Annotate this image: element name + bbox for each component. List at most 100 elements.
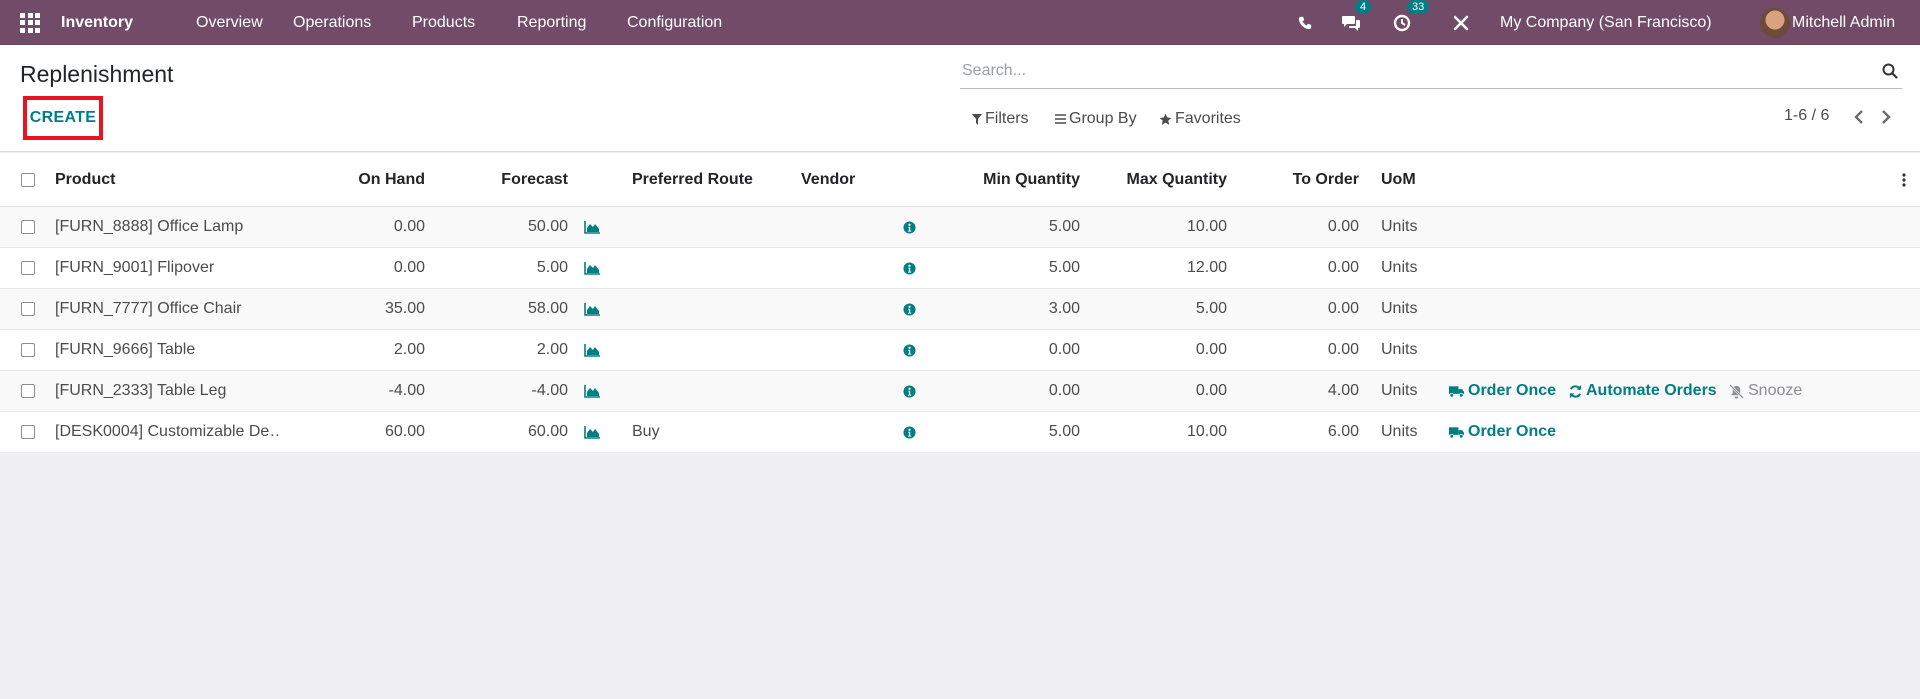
cell-on-hand: 0.00 bbox=[393, 218, 425, 235]
info-circle-icon[interactable] bbox=[903, 371, 917, 411]
cell-max-quantity[interactable]: 5.00 bbox=[1090, 289, 1227, 329]
cell-max-quantity[interactable]: 0.00 bbox=[1090, 330, 1227, 370]
select-all-checkbox[interactable] bbox=[20, 153, 35, 206]
cell-min-quantity[interactable]: 5.00 bbox=[940, 207, 1080, 247]
header-vendor[interactable]: Vendor bbox=[801, 153, 951, 206]
area-chart-icon[interactable] bbox=[584, 207, 604, 247]
header-uom[interactable]: UoM bbox=[1381, 153, 1441, 206]
chevron-left-icon[interactable] bbox=[1852, 109, 1866, 130]
cell-max-quantity[interactable]: 12.00 bbox=[1090, 248, 1227, 288]
order-once-label: Order Once bbox=[1468, 382, 1557, 399]
header-preferred-route[interactable]: Preferred Route bbox=[632, 153, 762, 206]
menu-configuration[interactable]: Configuration bbox=[627, 0, 722, 45]
cell-preferred-route[interactable] bbox=[632, 330, 762, 370]
header-to-order[interactable]: To Order bbox=[1240, 153, 1359, 206]
table-row[interactable]: [FURN_8888] Office Lamp 0.00 50.00 5.00 … bbox=[0, 207, 1920, 248]
menu-reporting[interactable]: Reporting bbox=[517, 0, 586, 45]
header-forecast[interactable]: Forecast bbox=[440, 153, 568, 206]
user-menu[interactable]: Mitchell Admin bbox=[1760, 0, 1895, 45]
cell-to-order[interactable]: 4.00 bbox=[1240, 371, 1359, 411]
row-checkbox[interactable] bbox=[20, 289, 35, 329]
info-circle-icon[interactable] bbox=[903, 248, 917, 288]
area-chart-icon[interactable] bbox=[584, 330, 604, 370]
create-button-label: CREATE bbox=[29, 109, 97, 126]
cell-product[interactable]: [FURN_2333] Table Leg bbox=[55, 371, 280, 411]
search-icon[interactable] bbox=[1882, 63, 1898, 84]
table-row[interactable]: [FURN_7777] Office Chair 35.00 58.00 3.0… bbox=[0, 289, 1920, 330]
debug-tools-icon[interactable] bbox=[1452, 0, 1470, 45]
table-row[interactable]: [FURN_9666] Table 2.00 2.00 0.00 0.00 0.… bbox=[0, 330, 1920, 371]
messages-icon[interactable]: 4 bbox=[1341, 0, 1372, 45]
app-brand[interactable]: Inventory bbox=[61, 0, 133, 45]
info-circle-icon[interactable] bbox=[903, 330, 917, 370]
cell-min-quantity[interactable]: 0.00 bbox=[940, 371, 1080, 411]
area-chart-icon[interactable] bbox=[584, 248, 604, 288]
create-button[interactable]: CREATE bbox=[23, 96, 103, 140]
control-panel: Replenishment CREATE Filters Group By Fa… bbox=[0, 45, 1920, 152]
cell-preferred-route[interactable] bbox=[632, 289, 762, 329]
header-product[interactable]: Product bbox=[55, 153, 280, 206]
cell-min-quantity[interactable]: 5.00 bbox=[940, 412, 1080, 452]
cell-to-order[interactable]: 6.00 bbox=[1240, 412, 1359, 452]
header-min-quantity[interactable]: Min Quantity bbox=[940, 153, 1080, 206]
cell-min-quantity[interactable]: 5.00 bbox=[940, 248, 1080, 288]
search-input[interactable] bbox=[960, 55, 1860, 87]
area-chart-icon[interactable] bbox=[584, 289, 604, 329]
cell-min-quantity[interactable]: 3.00 bbox=[940, 289, 1080, 329]
menu-products[interactable]: Products bbox=[412, 0, 475, 45]
row-checkbox[interactable] bbox=[20, 330, 35, 370]
order-once-button[interactable]: Order Once bbox=[1448, 412, 1556, 452]
cell-preferred-route[interactable] bbox=[632, 248, 762, 288]
list-icon bbox=[1055, 114, 1066, 124]
row-checkbox[interactable] bbox=[20, 371, 35, 411]
table-row[interactable]: [FURN_9001] Flipover 0.00 5.00 5.00 12.0… bbox=[0, 248, 1920, 289]
row-checkbox[interactable] bbox=[20, 248, 35, 288]
cell-to-order[interactable]: 0.00 bbox=[1240, 207, 1359, 247]
cell-product[interactable]: [FURN_9001] Flipover bbox=[55, 248, 280, 288]
cell-preferred-route[interactable]: Buy bbox=[632, 412, 762, 452]
row-checkbox[interactable] bbox=[20, 207, 35, 247]
cell-min-quantity[interactable]: 0.00 bbox=[940, 330, 1080, 370]
favorites-button[interactable]: Favorites bbox=[1159, 107, 1241, 131]
cell-max-quantity[interactable]: 10.00 bbox=[1090, 412, 1227, 452]
row-checkbox[interactable] bbox=[20, 412, 35, 452]
info-circle-icon[interactable] bbox=[903, 289, 917, 329]
optional-columns-icon[interactable] bbox=[1902, 153, 1908, 206]
info-circle-icon[interactable] bbox=[903, 412, 917, 452]
table-row[interactable]: [DESK0004] Customizable De… 60.00 60.00 … bbox=[0, 412, 1920, 453]
cell-product[interactable]: [FURN_8888] Office Lamp bbox=[55, 207, 280, 247]
header-max-quantity[interactable]: Max Quantity bbox=[1090, 153, 1227, 206]
cell-product[interactable]: [FURN_9666] Table bbox=[55, 330, 280, 370]
apps-menu-icon[interactable] bbox=[20, 0, 42, 45]
menu-overview[interactable]: Overview bbox=[196, 0, 263, 45]
cell-preferred-route[interactable] bbox=[632, 371, 762, 411]
activities-icon[interactable]: 33 bbox=[1393, 0, 1430, 45]
cell-to-order[interactable]: 0.00 bbox=[1240, 289, 1359, 329]
info-circle-icon[interactable] bbox=[903, 207, 917, 247]
cell-to-order[interactable]: 0.00 bbox=[1240, 248, 1359, 288]
phone-icon[interactable] bbox=[1298, 0, 1312, 45]
area-chart-icon[interactable] bbox=[584, 412, 604, 452]
cell-product[interactable]: [DESK0004] Customizable De… bbox=[55, 412, 280, 452]
company-switcher[interactable]: My Company (San Francisco) bbox=[1500, 0, 1712, 45]
cell-preferred-route[interactable] bbox=[632, 207, 762, 247]
cell-uom: Units bbox=[1381, 341, 1418, 358]
group-by-button[interactable]: Group By bbox=[1055, 107, 1137, 131]
filters-button[interactable]: Filters bbox=[972, 107, 1029, 131]
cell-to-order[interactable]: 0.00 bbox=[1240, 330, 1359, 370]
snooze-button[interactable]: Snooze bbox=[1728, 371, 1802, 411]
cell-max-quantity[interactable]: 0.00 bbox=[1090, 371, 1227, 411]
header-on-hand[interactable]: On Hand bbox=[300, 153, 425, 206]
menu-operations[interactable]: Operations bbox=[293, 0, 371, 45]
cell-on-hand: -4.00 bbox=[388, 382, 425, 399]
order-once-button[interactable]: Order Once bbox=[1448, 371, 1556, 411]
automate-orders-button[interactable]: Automate Orders bbox=[1568, 371, 1717, 411]
cell-product[interactable]: [FURN_7777] Office Chair bbox=[55, 289, 280, 329]
chevron-right-icon[interactable] bbox=[1879, 109, 1893, 130]
area-chart-icon[interactable] bbox=[584, 371, 604, 411]
refresh-icon bbox=[1569, 384, 1582, 398]
pager-value[interactable]: 1-6 / 6 bbox=[1784, 107, 1829, 125]
cell-uom: Units bbox=[1381, 382, 1418, 399]
table-row[interactable]: [FURN_2333] Table Leg -4.00 -4.00 0.00 0… bbox=[0, 371, 1920, 412]
cell-max-quantity[interactable]: 10.00 bbox=[1090, 207, 1227, 247]
